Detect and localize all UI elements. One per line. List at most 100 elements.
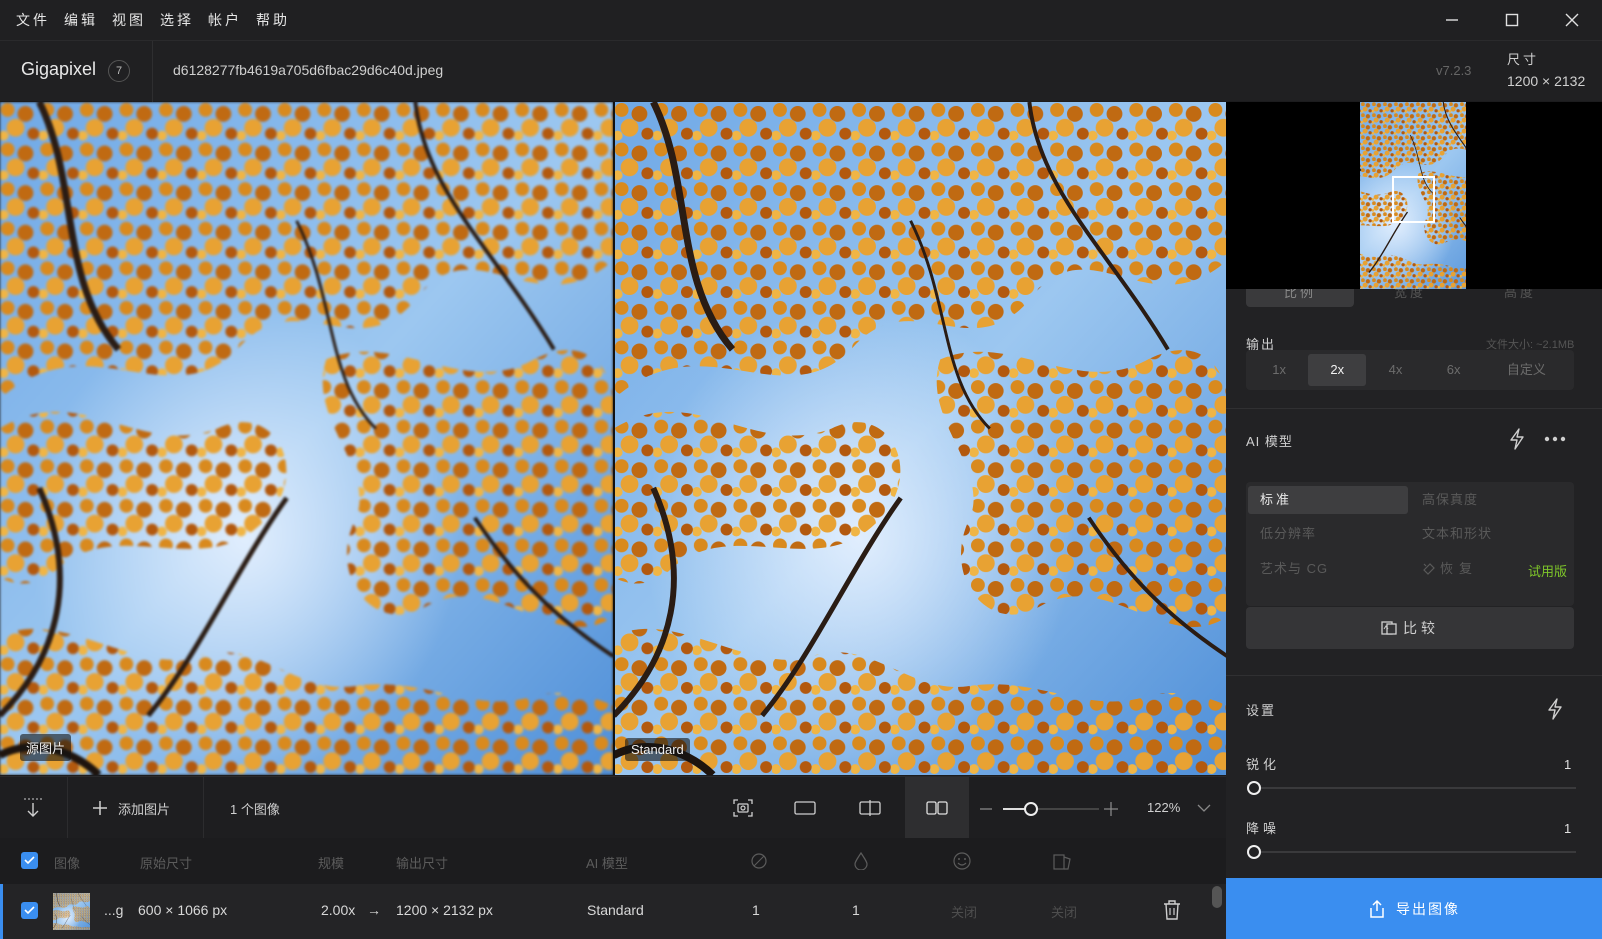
model-text-shapes[interactable]: 文本和形状 — [1410, 520, 1570, 548]
download-icon — [24, 798, 42, 817]
export-label: 导出图像 — [1396, 900, 1460, 917]
navigator[interactable] — [1226, 102, 1602, 289]
row-scale: 2.00x — [321, 902, 356, 918]
col-ai-model[interactable]: AI 模型 — [586, 853, 628, 872]
menu-file[interactable]: 文件 — [16, 10, 50, 30]
row-checkbox[interactable] — [21, 902, 38, 919]
col-original-size[interactable]: 原始尺寸 — [140, 853, 192, 872]
side-by-side-button[interactable] — [905, 777, 969, 839]
scale-2x[interactable]: 2x — [1308, 354, 1367, 386]
split-view-icon — [859, 800, 881, 816]
compare-button[interactable]: 比较 — [1246, 607, 1574, 649]
row-face-recovery: 关闭 — [951, 905, 978, 920]
window-controls — [1422, 0, 1602, 40]
export-button[interactable]: 导出图像 — [1226, 878, 1602, 939]
row-thumbnail — [53, 893, 90, 930]
zoom-slider-handle[interactable] — [1024, 802, 1038, 816]
camera-icon — [733, 799, 753, 817]
col-output-size[interactable]: 输出尺寸 — [396, 853, 448, 872]
scale-1x[interactable]: 1x — [1250, 354, 1308, 386]
maximize-button[interactable] — [1482, 0, 1542, 40]
menu-bar: 文件 编辑 视图 选择 帐户 帮助 — [0, 0, 1602, 40]
lightning-icon[interactable] — [1508, 428, 1526, 450]
row-sharpen: 1 — [752, 902, 760, 918]
version-label: v7.2.3 — [1436, 63, 1472, 78]
zoom-out-icon[interactable] — [980, 807, 992, 811]
navigator-viewport[interactable] — [1392, 176, 1435, 223]
compare-label: 比较 — [1403, 620, 1439, 636]
settings-label: 设置 — [1246, 703, 1277, 718]
denoise-slider-handle[interactable] — [1247, 845, 1261, 859]
denoise-col-icon — [854, 852, 868, 870]
notification-badge[interactable]: 7 — [108, 60, 130, 82]
col-scale[interactable]: 规模 — [318, 853, 344, 872]
panel-divider — [1226, 408, 1602, 409]
lightning-icon[interactable] — [1546, 698, 1564, 720]
model-low-resolution[interactable]: 低分辨率 — [1248, 520, 1408, 548]
tab-height[interactable]: 高度 — [1466, 289, 1574, 307]
source-preview[interactable]: 源图片 — [0, 102, 613, 775]
menu-edit[interactable]: 编辑 — [64, 10, 98, 30]
compare-icon — [1381, 621, 1397, 635]
bottom-toolbar: 添加图片 1 个图像 122% — [0, 776, 1226, 839]
menu-help[interactable]: 帮助 — [256, 10, 290, 30]
table-scrollbar[interactable] — [1212, 886, 1222, 908]
maximize-icon — [1505, 13, 1519, 27]
tab-width[interactable]: 宽度 — [1356, 289, 1464, 307]
menu-view[interactable]: 视图 — [112, 10, 146, 30]
model-high-fidelity[interactable]: 高保真度 — [1410, 486, 1570, 514]
scale-6x[interactable]: 6x — [1425, 354, 1483, 386]
row-thumbnail-image — [53, 893, 90, 930]
output-model-label: Standard — [625, 738, 690, 761]
single-view-button[interactable] — [788, 777, 822, 839]
file-name: d6128277fb4619a705d6fbac29d6c40d.jpeg — [173, 62, 444, 78]
minimize-button[interactable] — [1422, 0, 1482, 40]
row-denoise: 1 — [852, 902, 860, 918]
toolbar-divider — [67, 777, 68, 839]
output-preview[interactable]: Standard — [615, 102, 1226, 775]
source-label: 源图片 — [20, 734, 72, 761]
zoom-in-icon[interactable] — [1104, 802, 1118, 816]
import-button[interactable] — [0, 777, 66, 839]
select-all-checkbox[interactable] — [21, 852, 38, 869]
plus-icon — [93, 801, 107, 815]
sharpen-slider[interactable] — [1247, 781, 1576, 795]
scale-custom[interactable]: 自定义 — [1483, 354, 1570, 386]
screenshot-button[interactable] — [726, 777, 760, 839]
menu-select[interactable]: 选择 — [160, 10, 194, 30]
table-header: 图像 原始尺寸 规模 输出尺寸 AI 模型 — [0, 838, 1226, 884]
image-count-label: 1 个图像 — [230, 801, 280, 817]
denoise-value: 1 — [1564, 821, 1572, 836]
denoise-slider[interactable] — [1247, 845, 1576, 859]
split-view-button[interactable] — [853, 777, 887, 839]
scale-4x[interactable]: 4x — [1366, 354, 1424, 386]
size-label: 尺寸 — [1507, 52, 1540, 67]
col-image[interactable]: 图像 — [54, 853, 80, 872]
header-divider — [152, 41, 153, 102]
face-recovery-col-icon — [953, 852, 971, 870]
chevron-down-icon[interactable] — [1197, 804, 1211, 813]
check-icon — [24, 856, 35, 865]
side-by-side-icon — [926, 801, 948, 815]
row-original-size: 600 × 1066 px — [138, 902, 228, 918]
menu-account[interactable]: 帐户 — [208, 10, 242, 30]
row-filename: ...g — [104, 902, 124, 918]
row-model: Standard — [587, 902, 644, 918]
sharpen-slider-handle[interactable] — [1247, 781, 1261, 795]
single-view-icon — [794, 801, 816, 815]
trash-icon[interactable] — [1163, 900, 1181, 920]
navigator-thumbnail[interactable] — [1360, 102, 1466, 289]
zoom-slider[interactable] — [1003, 802, 1099, 816]
table-row[interactable]: ...g 600 × 1066 px 2.00x → 1200 × 2132 p… — [0, 884, 1226, 939]
close-button[interactable] — [1542, 0, 1602, 40]
add-image-button[interactable]: 添加图片 — [92, 777, 202, 839]
model-art-cg[interactable]: 艺术与 CG — [1248, 555, 1408, 583]
minimize-icon — [1446, 19, 1458, 21]
toolbar-divider — [203, 777, 204, 839]
more-options-icon[interactable] — [1544, 436, 1566, 442]
size-value: 1200 × 2132 — [1507, 73, 1586, 89]
zoom-percent[interactable]: 122% — [1147, 800, 1180, 815]
model-recovery[interactable]: 恢复 — [1428, 555, 1518, 583]
model-standard[interactable]: 标准 — [1248, 486, 1408, 514]
tab-scale[interactable]: 比例 — [1246, 289, 1354, 307]
